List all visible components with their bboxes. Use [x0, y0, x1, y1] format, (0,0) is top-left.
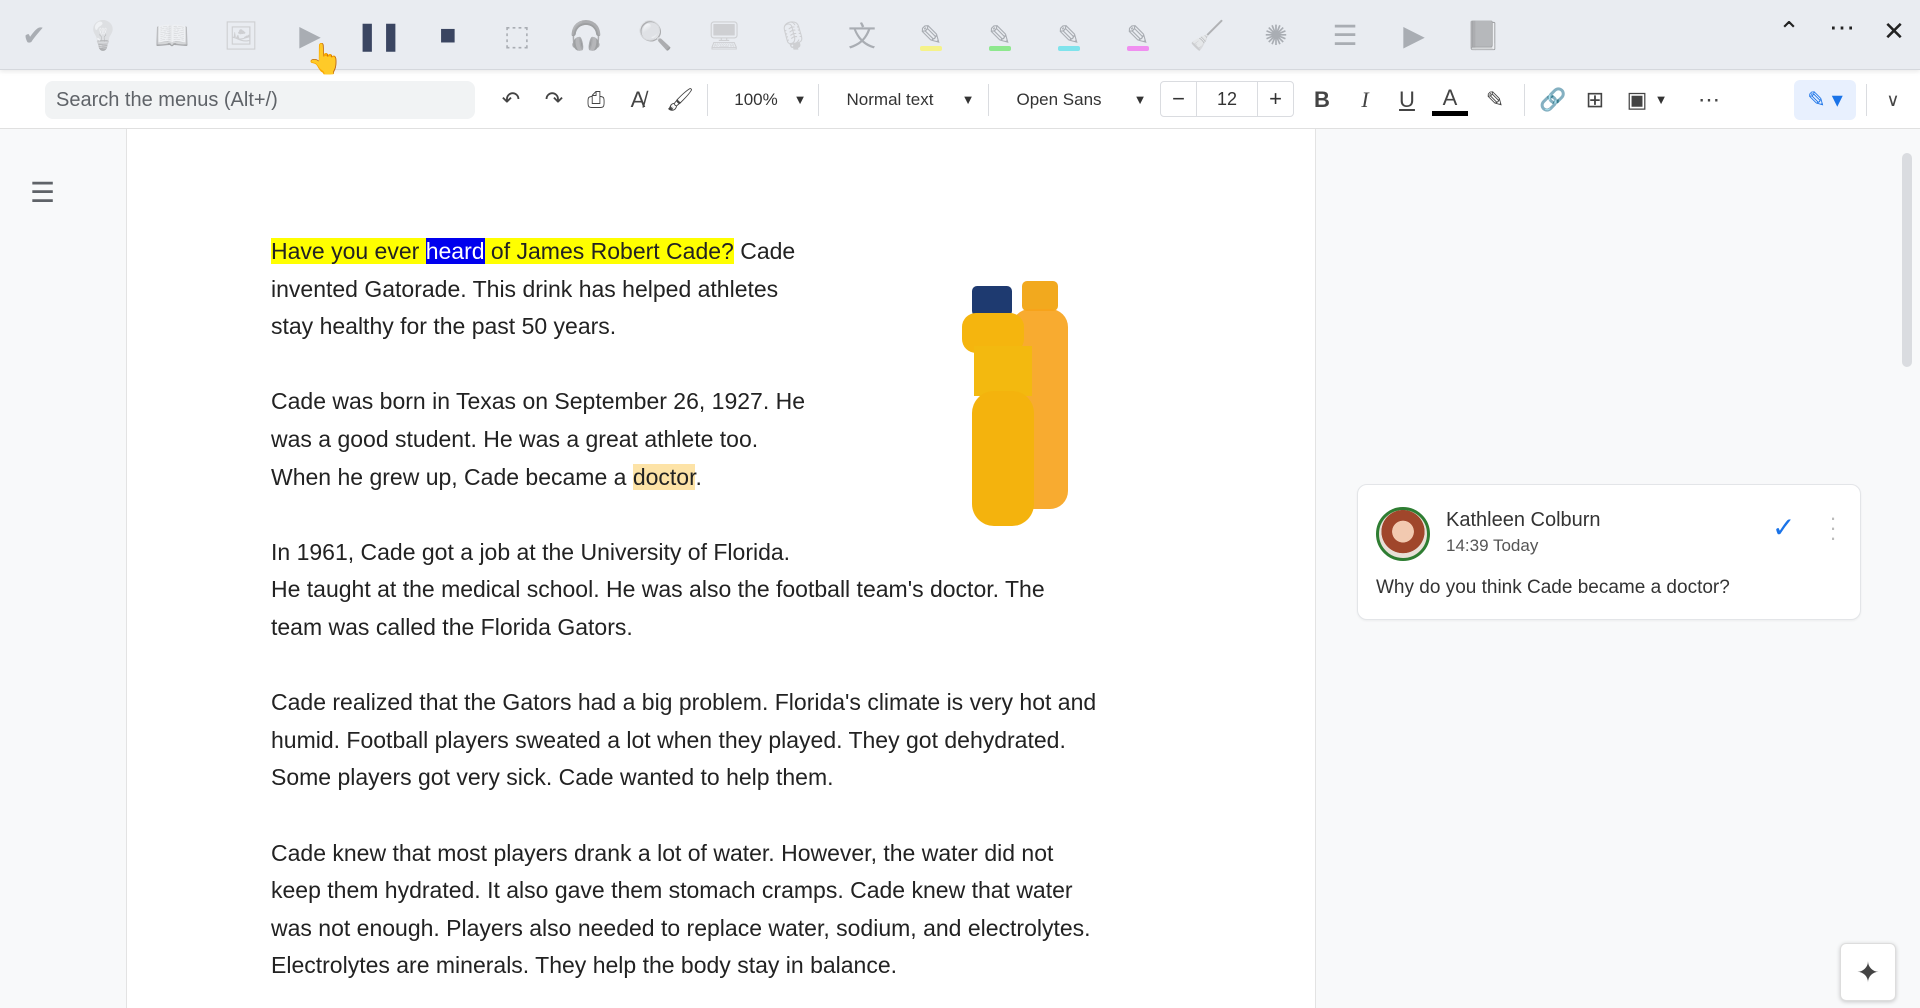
- add-comment-icon[interactable]: ⊞: [1578, 80, 1612, 120]
- hide-menus-icon[interactable]: ∨: [1878, 80, 1908, 120]
- undo-icon[interactable]: ↶: [496, 80, 526, 120]
- extension-toolbar: ✔ 💡 📖 🖼 ▶ ❚❚ ■ ⬚ 🎧 🔍 🖥 🎙 文 ✎ ✎ ✎ ✎ 🧹 ✺ ☰ ▶ 📘 ⌃ ⋯ ✕: [0, 0, 1920, 70]
- collapse-icon[interactable]: ⌃: [1771, 16, 1807, 47]
- highlight-pink-icon[interactable]: ✎: [1119, 16, 1157, 54]
- highlight-swatch: [920, 46, 942, 51]
- doc-line: Cade realized that the Gators had a big …: [271, 689, 1097, 716]
- text-span: Cade: [733, 238, 796, 264]
- dictionary-icon[interactable]: 📖: [153, 16, 191, 54]
- pause-icon[interactable]: ❚❚: [356, 16, 403, 54]
- comment-time: 14:39 Today: [1446, 536, 1539, 555]
- spellcheck-icon[interactable]: A̸: [623, 80, 653, 120]
- avatar: [1376, 507, 1430, 561]
- font-size-stepper: − 12 +: [1160, 81, 1294, 117]
- highlight-swatch: [1058, 46, 1080, 51]
- practice-reading-icon[interactable]: ▶: [1395, 16, 1433, 54]
- highlight-yellow-icon[interactable]: ✎: [912, 16, 950, 54]
- link-icon[interactable]: 🔗: [1536, 80, 1570, 120]
- print-icon[interactable]: ⎙: [581, 80, 611, 120]
- underline-icon[interactable]: U: [1392, 80, 1422, 120]
- text-span: When he grew up, Cade became a: [271, 463, 633, 490]
- rewordify-icon[interactable]: 📘: [1464, 16, 1502, 54]
- doc-line: was not enough. Players also needed to r…: [271, 914, 1091, 941]
- highlight-blue-icon[interactable]: ✎: [1050, 16, 1088, 54]
- font-size-input[interactable]: 12: [1197, 82, 1257, 116]
- highlighted-text: of James Robert Cade?: [484, 238, 734, 264]
- close-icon[interactable]: ✕: [1876, 16, 1912, 47]
- gatorade-bottles-image[interactable]: [882, 251, 1182, 545]
- doc-line: humid. Football players sweated a lot wh…: [271, 726, 1066, 753]
- increase-font-button[interactable]: +: [1257, 82, 1293, 116]
- scrollbar[interactable]: [1902, 153, 1912, 367]
- highlighted-text: Have you ever: [271, 238, 426, 264]
- doc-line: Cade knew that most players drank a lot …: [271, 839, 1054, 866]
- editing-mode-button[interactable]: ✎ ▾: [1794, 80, 1856, 120]
- lightbulb-icon[interactable]: 💡: [84, 16, 122, 54]
- text-color-icon[interactable]: A: [1432, 80, 1468, 116]
- comment-author: Kathleen Colburn: [1446, 509, 1601, 531]
- screen-select-icon[interactable]: ⬚: [498, 16, 536, 54]
- highlight-swatch: [1127, 46, 1149, 51]
- search-menus-input[interactable]: Search the menus (Alt+/): [45, 81, 475, 119]
- highlight-green-icon[interactable]: ✎: [981, 16, 1019, 54]
- hand-cursor-icon: 👆: [306, 43, 344, 76]
- docs-toolbar: Search the menus (Alt+/) ↶ ↷ ⎙ A̸ 🖌 100%…: [0, 70, 1920, 129]
- insert-image-icon[interactable]: ▣: [1620, 80, 1654, 120]
- decrease-font-button[interactable]: −: [1161, 82, 1197, 116]
- chevron-down-icon: ▼: [1654, 92, 1668, 107]
- text-span: .: [695, 463, 702, 490]
- doc-line: keep them hydrated. It also gave them st…: [271, 877, 1073, 904]
- highlight-color-icon[interactable]: ✎: [1480, 80, 1510, 120]
- style-select[interactable]: Normal text: [832, 80, 948, 120]
- doc-line: He taught at the medical school. He was …: [271, 576, 1045, 603]
- more-options-icon[interactable]: ⋯: [1692, 80, 1726, 120]
- chevron-down-icon: ▼: [793, 92, 807, 107]
- doc-line: team was called the Florida Gators.: [271, 613, 633, 640]
- bold-icon[interactable]: B: [1307, 80, 1337, 120]
- more-icon[interactable]: ⋯: [1824, 12, 1860, 43]
- chevron-down-icon: ▼: [961, 92, 975, 107]
- check-circle-icon[interactable]: ✔: [15, 16, 53, 54]
- picture-dictionary-icon[interactable]: 🖼: [222, 16, 260, 54]
- web-search-icon[interactable]: 🔍: [636, 16, 674, 54]
- screen-mask-icon[interactable]: 🖥: [705, 16, 743, 54]
- document-outline-icon[interactable]: ☰: [30, 176, 55, 209]
- commented-word: doctor: [632, 463, 696, 490]
- italic-icon[interactable]: I: [1350, 80, 1380, 120]
- comment-card[interactable]: Kathleen Colburn 14:39 Today ✓ · · · Why d…: [1357, 484, 1861, 620]
- audio-maker-icon[interactable]: 🎧: [567, 16, 605, 54]
- doc-line: Some players got very sick. Cade wanted …: [271, 764, 834, 791]
- resolve-check-icon[interactable]: ✓: [1772, 511, 1795, 544]
- redo-icon[interactable]: ↷: [539, 80, 569, 120]
- stop-icon[interactable]: ■: [429, 16, 467, 54]
- clear-highlights-icon[interactable]: 🧹: [1188, 16, 1226, 54]
- selected-word: heard: [425, 238, 485, 264]
- font-select[interactable]: Open Sans: [1004, 80, 1114, 120]
- paint-format-icon[interactable]: 🖌: [665, 80, 695, 120]
- chevron-down-icon: ▼: [1133, 92, 1147, 107]
- vocabulary-list-icon[interactable]: ☰: [1326, 16, 1364, 54]
- collect-highlights-icon[interactable]: ✺: [1257, 16, 1295, 54]
- comment-more-icon[interactable]: · · ·: [1828, 507, 1838, 549]
- highlight-swatch: [989, 46, 1011, 51]
- talk-type-icon[interactable]: 🎙: [774, 16, 812, 54]
- doc-line: Electrolytes are minerals. They help the…: [271, 952, 898, 979]
- comment-text: Why do you think Cade became a doctor?: [1376, 577, 1730, 598]
- zoom-select[interactable]: 100%: [720, 80, 792, 120]
- translator-icon[interactable]: 文: [843, 16, 881, 54]
- explore-button[interactable]: ✦: [1840, 943, 1896, 1001]
